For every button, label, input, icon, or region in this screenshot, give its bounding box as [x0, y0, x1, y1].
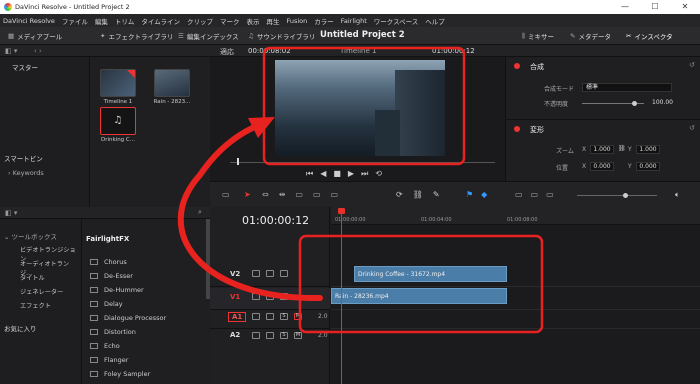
annotation-overlay	[177, 46, 544, 334]
timeline-highlight-box	[298, 234, 544, 334]
viewer-highlight-box	[262, 46, 466, 166]
